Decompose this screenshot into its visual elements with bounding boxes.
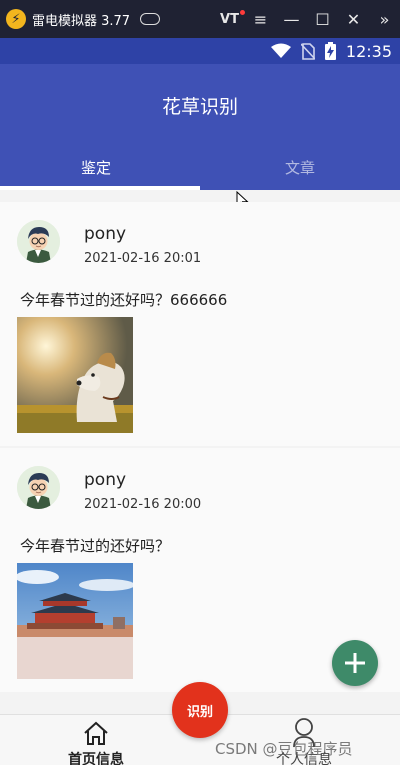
post-timestamp: 2021-02-16 20:00 bbox=[84, 497, 202, 512]
post-image-dog[interactable] bbox=[17, 317, 133, 433]
no-sim-icon bbox=[300, 42, 315, 60]
recognize-button[interactable]: 识别 bbox=[172, 682, 228, 738]
maximize-icon[interactable]: ☐ bbox=[307, 0, 338, 38]
status-time: 12:35 bbox=[345, 41, 392, 61]
emulator-logo-icon: ⚡ bbox=[6, 9, 26, 29]
post-timestamp: 2021-02-16 20:01 bbox=[84, 251, 202, 266]
gamepad-icon[interactable] bbox=[140, 13, 161, 25]
expand-sidebar-icon[interactable]: » bbox=[369, 0, 400, 38]
minimize-icon[interactable]: — bbox=[276, 0, 307, 38]
emulator-window-controls: VT ≡ — ☐ ✕ » bbox=[214, 0, 400, 38]
nav-home-label: 首页信息 bbox=[68, 752, 124, 765]
menu-icon[interactable]: ≡ bbox=[245, 0, 276, 38]
emulator-title: 雷电模拟器 3.77 bbox=[32, 13, 131, 29]
add-post-button[interactable] bbox=[332, 640, 378, 686]
post-image-city-gate[interactable] bbox=[17, 563, 133, 679]
vt-indicator[interactable]: VT bbox=[214, 0, 245, 38]
post-username: pony bbox=[84, 470, 127, 490]
close-icon[interactable]: ✕ bbox=[338, 0, 369, 38]
watermark: CSDN @豆包程序员 bbox=[215, 740, 353, 758]
post-text: 今年春节过的还好吗？ bbox=[20, 537, 171, 555]
avatar[interactable] bbox=[17, 220, 60, 263]
tab-indicator bbox=[0, 186, 200, 190]
post-text: 今年春节过的还好吗？666666 bbox=[20, 291, 228, 309]
battery-charging-icon bbox=[324, 42, 336, 60]
tab-wenzhang[interactable]: 文章 bbox=[200, 157, 400, 178]
avatar[interactable] bbox=[17, 466, 60, 509]
post-username: pony bbox=[84, 224, 127, 244]
nav-home[interactable]: 首页信息 bbox=[50, 715, 142, 765]
plus-icon bbox=[345, 653, 365, 673]
wifi-icon bbox=[270, 43, 291, 58]
tab-jianding[interactable]: 鉴定 bbox=[0, 157, 196, 178]
android-status-bar: 12:35 bbox=[0, 38, 400, 64]
emulator-title-bar: ⚡ 雷电模拟器 3.77 VT ≡ — ☐ ✕ » bbox=[0, 0, 400, 38]
home-icon bbox=[84, 721, 108, 745]
page-title: 花草识别 bbox=[161, 96, 238, 118]
app-bar: 花草识别 鉴定 文章 bbox=[0, 64, 400, 190]
post-card[interactable]: pony 2021-02-16 20:01 今年春节过的还好吗？666666 bbox=[0, 202, 400, 446]
